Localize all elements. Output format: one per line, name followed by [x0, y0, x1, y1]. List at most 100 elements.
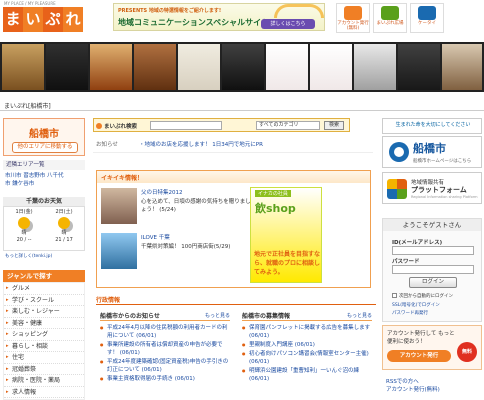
ikiiki-image[interactable]: [101, 233, 137, 269]
register-button[interactable]: アカウント発行: [387, 350, 451, 362]
photo-thumb[interactable]: [46, 44, 88, 90]
mobile-label: ケータイ: [418, 21, 436, 26]
funabashi-city-banner[interactable]: 船橋市 船橋市ホームページはこちら: [382, 136, 482, 168]
nearby-links[interactable]: 市 鎌ケ谷市: [5, 180, 85, 188]
genre-item[interactable]: 美容・健康: [4, 318, 84, 329]
mobile-icon: [418, 6, 436, 20]
genre-item[interactable]: 冠婚葬祭: [4, 364, 84, 375]
genre-item[interactable]: ショッピング: [4, 329, 84, 341]
platform-logo-icon: [387, 179, 407, 199]
email-field[interactable]: [392, 246, 474, 255]
city-banner-sub: 船橋市ホームページはこちら: [413, 159, 472, 164]
account-link[interactable]: アカウント発行(無料): [336, 3, 370, 33]
checkbox-icon[interactable]: [392, 293, 397, 298]
photo-strip: [0, 42, 484, 92]
genre-header: ジャンルで探す: [3, 270, 85, 282]
photo-thumb[interactable]: [222, 44, 264, 90]
genre-item[interactable]: 学び・スクール: [4, 295, 84, 306]
rss-link[interactable]: RSSでの方へ: [386, 378, 440, 386]
genre-item[interactable]: 求人情報: [4, 387, 84, 398]
password-field[interactable]: [392, 265, 474, 274]
ikiiki-item-title[interactable]: ILOVE 千葉: [141, 233, 170, 241]
genre-item[interactable]: 病院・医院・薬局: [4, 375, 84, 387]
city-name: 船橋市: [29, 129, 59, 140]
photo-thumb[interactable]: [90, 44, 132, 90]
nearby-list: 市川市 習志野市 八千代 市 鎌ケ谷市: [5, 172, 85, 188]
nearby-links[interactable]: 市川市 習志野市 八千代: [5, 172, 85, 180]
header-banner[interactable]: PRESENTS 地域の特選情報をご紹介します! 地域コミュニケーションスペシャ…: [113, 3, 325, 31]
photo-thumb[interactable]: [398, 44, 440, 90]
ssl-login-link[interactable]: SSL(暗号化)でログイン: [392, 302, 440, 308]
city-news-list: 平成24年4月以降の住民税額の利用者カードの利用について (06/01) 事業所…: [100, 324, 230, 384]
shop-icon: [381, 6, 399, 20]
genre-item[interactable]: 住宅: [4, 352, 84, 364]
shop-link[interactable]: まいぷれ広場: [373, 3, 407, 33]
ikiiki-item-text: 心を込めて、日頃の感謝の気持ちを贈りましょう！ (5/24): [141, 199, 251, 213]
ad-text: 地元で正社員を目指すなら、就職のプロに相談してみよう。: [254, 251, 321, 276]
genre-item[interactable]: グルメ: [4, 283, 84, 295]
register-banner[interactable]: アカウント発行して もっと便利に使おう！ アカウント発行 無料: [382, 325, 482, 370]
news-item[interactable]: 事業主資格取得届の手続き (06/01): [100, 375, 230, 383]
notice-link[interactable]: ・地域のお店を応援します！ 1日34円で地元にPR: [139, 140, 263, 148]
divider: [93, 152, 373, 153]
ikiiki-image[interactable]: [101, 188, 137, 224]
account-register-link[interactable]: アカウント発行(無料): [386, 386, 440, 394]
notice-bar: お知らせ ・地域のお店を応援します！ 1日34円で地元にPR: [93, 136, 373, 150]
recruit-item[interactable]: 明輝浜公園建設「重曹知利」一いんぐ沼の練 (06/01): [242, 367, 372, 383]
weather-detail-link[interactable]: もっと詳しく(tenki.jp): [5, 253, 52, 259]
recruit-item[interactable]: 里親制度入門講座 (06/01): [242, 341, 372, 349]
city-news-title: 船橋市からのお知らせ: [100, 313, 160, 320]
ikiiki-item[interactable]: 父の日特集2012 心を込めて、日頃の感謝の気持ちを贈りましょう！ (5/24): [101, 188, 251, 228]
city-box: 船橋市 他のエリアに移動する: [3, 118, 85, 156]
photo-thumb[interactable]: [354, 44, 396, 90]
news-item[interactable]: 平成24年4月以降の住民税額の利用者カードの利用について (06/01): [100, 324, 230, 340]
job-ad-banner[interactable]: イナカの社員 飲shop 地元で正社員を目指すなら、就職のプロに相談してみよう。: [250, 187, 322, 283]
genre-item[interactable]: 暮らし・相談: [4, 341, 84, 352]
ad-shop-name: 飲shop: [255, 202, 296, 215]
search-bar: まいぷれ検索 すべてのカテゴリ 検索: [93, 118, 350, 132]
login-button[interactable]: ログイン: [409, 277, 457, 288]
banner-details-button[interactable]: 詳しくはこちら: [261, 19, 315, 29]
logo-char: い: [23, 7, 43, 32]
banner-subtitle: PRESENTS 地域の特選情報をご紹介します!: [118, 8, 222, 14]
password-reset-link[interactable]: パスワード再発行: [392, 310, 428, 316]
auto-login-checkbox[interactable]: 次回から自動的にログイン: [392, 293, 453, 299]
change-area-button[interactable]: 他のエリアに移動する: [12, 142, 78, 153]
more-link[interactable]: もっと見る: [347, 312, 372, 319]
rainbow-icon: [274, 4, 324, 18]
ikiiki-item-title[interactable]: 父の日特集2012: [141, 188, 183, 196]
city-recruit-list: 保育園パンフレットに掲載する広告を募集します (06/01) 里親制度入門講座 …: [242, 324, 372, 384]
more-link[interactable]: もっと見る: [205, 312, 230, 319]
life-banner-text: 生まれた命を大切にしてください: [395, 122, 471, 128]
ikiiki-item[interactable]: ILOVE 千葉 千葉県対策編！ 100円商店街(5/29): [101, 233, 251, 273]
photo-thumb[interactable]: [310, 44, 352, 90]
ikiiki-item-text: 千葉県対策編！ 100円商店街(5/29): [141, 244, 231, 250]
photo-thumb[interactable]: [134, 44, 176, 90]
sun-icon: [18, 217, 30, 229]
account-icon: [344, 6, 362, 20]
right-links: RSSでの方へ アカウント発行(無料): [386, 378, 440, 394]
sun-icon: [58, 217, 70, 229]
recruit-item[interactable]: 保育園パンフレットに掲載する広告を募集します (06/01): [242, 324, 372, 340]
weather-cond: 晴: [61, 230, 67, 236]
mobile-link[interactable]: ケータイ: [410, 3, 444, 33]
photo-thumb[interactable]: [2, 44, 44, 90]
photo-thumb[interactable]: [442, 44, 482, 90]
photo-thumb[interactable]: [266, 44, 308, 90]
news-item[interactable]: 事業所建設の所有者は償却資産の申告が必要です！ (06/01): [100, 341, 230, 357]
genre-item[interactable]: 楽しむ・レジャー: [4, 306, 84, 318]
search-button[interactable]: 検索: [324, 121, 344, 130]
city-recruit-title: 船橋市の募集情報: [242, 313, 291, 320]
platform-banner[interactable]: 地域情報共有 プラットフォーム Regional Information sha…: [382, 172, 482, 204]
recruit-item[interactable]: 初心者向けパソコン講習会(情報室センター主催) (06/01): [242, 350, 372, 366]
search-input[interactable]: [150, 121, 222, 130]
news-item[interactable]: 平成24年度建築確認(固定資産税)申告の手引きの訂正について (06/01): [100, 358, 230, 374]
platform-line2: プラットフォーム: [411, 186, 467, 194]
platform-line3: Regional Information sharing Platform: [411, 195, 478, 199]
ikiiki-title: イキイキ情報！: [101, 175, 144, 182]
photo-thumb[interactable]: [178, 44, 220, 90]
site-logo[interactable]: ま い ぷ れ: [3, 7, 103, 32]
life-banner[interactable]: 生まれた命を大切にしてください: [382, 118, 482, 134]
category-select[interactable]: すべてのカテゴリ: [256, 121, 320, 130]
divider: [0, 110, 484, 111]
